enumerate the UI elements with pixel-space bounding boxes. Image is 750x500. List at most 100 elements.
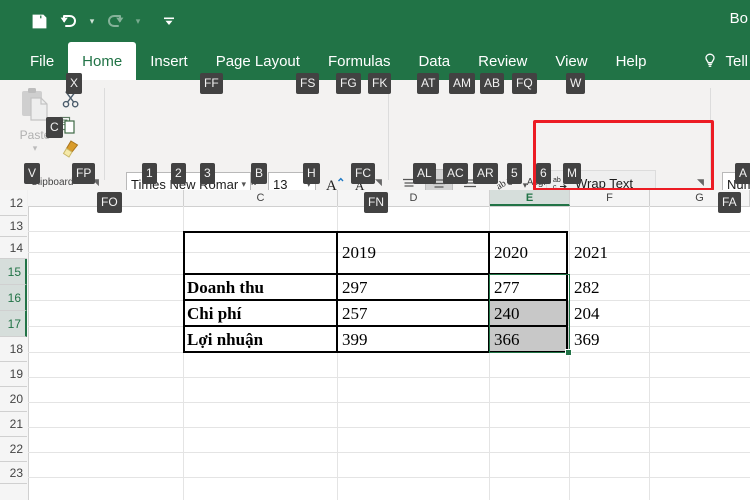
keytip-ac: AC [443,163,468,184]
column-header-d[interactable]: D [338,190,490,206]
row-header-22[interactable]: 22 [0,437,27,462]
selection-fill-handle[interactable] [565,349,572,356]
keytip-c: C [46,117,63,138]
keytip-x: X [66,73,83,94]
cell-D17-value[interactable]: 366 [491,327,567,352]
row-header-21[interactable]: 21 [0,412,27,437]
tell-me-box[interactable]: Tell [701,42,750,80]
lightbulb-icon [701,52,719,70]
customize-qat-icon[interactable] [154,8,184,34]
row-header-19[interactable]: 19 [0,362,27,387]
cell-C15-value[interactable]: 297 [339,275,487,300]
save-icon[interactable] [24,8,54,34]
keytip-v: V [24,163,41,184]
keytip-b: B [251,163,268,184]
keytip-fs: FS [296,73,320,94]
spreadsheet-grid: B C D E F G 12 13 14 15 16 17 18 19 20 2… [0,190,750,500]
keytip-6: 6 [536,163,551,184]
paste-caret-icon[interactable]: ▾ [33,143,38,154]
cell-B17-label-loi-nhuan[interactable]: Lợi nhuận [184,327,336,352]
font-name-caret-icon[interactable]: ▾ [241,179,246,190]
keytip-2: 2 [171,163,186,184]
keytip-h: H [303,163,320,184]
alignment-dialog-launcher[interactable]: ◥ [697,177,707,187]
cells-area[interactable]: 2019 2020 2021 Doanh thu 297 277 282 Chi… [28,206,750,500]
gridline-h-22 [28,477,750,478]
table-border-col-c [336,231,338,353]
keytip-ar: AR [473,163,498,184]
keytip-1: 1 [142,163,157,184]
cell-E13-year-2021[interactable]: 2021 [571,232,647,274]
keytip-fg: FG [336,73,361,94]
keytip-3: 3 [200,163,215,184]
column-header-e[interactable]: E [490,190,570,206]
table-border-left [183,231,185,353]
redo-dropdown-caret-icon[interactable]: ▾ [130,8,146,34]
cell-E16-value[interactable]: 204 [571,301,647,326]
cell-C13-year-2019[interactable]: 2019 [339,232,487,274]
keytip-am: AM [449,73,475,94]
excel-window: ▾ ▾ Bo File Home Insert Page Layout Form… [0,0,750,500]
tell-me-label: Tell [725,52,748,70]
undo-dropdown-caret-icon[interactable]: ▾ [84,8,100,34]
gridline-h-20 [28,427,750,428]
cell-B16-label-chi-phi[interactable]: Chi phí [184,301,336,326]
paintbrush-icon [62,140,79,158]
svg-text:ab: ab [553,177,561,184]
cell-D15-value[interactable]: 277 [491,275,567,300]
column-header-c[interactable]: C [184,190,338,206]
tab-help[interactable]: Help [602,42,661,80]
cell-D16-value[interactable]: 240 [491,301,567,326]
keytip-fc: FC [351,163,375,184]
keytip-fa: FA [718,192,741,213]
cell-C16-value[interactable]: 257 [339,301,487,326]
row-header-20[interactable]: 20 [0,387,27,412]
document-title: Bo [729,10,748,27]
keytip-at: AT [417,73,440,94]
cell-C13-header-blank[interactable] [184,232,336,274]
cell-E15-value[interactable]: 282 [571,275,647,300]
keytip-fq: FQ [512,73,537,94]
tab-file[interactable]: File [16,42,68,80]
keytip-ab: AB [480,73,505,94]
keytip-fp: FP [72,163,96,184]
wrap-text-label: Wrap Text [575,175,634,191]
title-bar: ▾ ▾ Bo [0,0,750,42]
ribbon: Paste ▾ Clipboard ◥ ◥ Times New Romar ▾ … [0,80,750,231]
keytip-fk: FK [368,73,392,94]
cell-E17-value[interactable]: 369 [571,327,647,352]
row-header-16[interactable]: 16 [0,285,27,311]
keytip-m: M [563,163,581,184]
column-header-f[interactable]: F [570,190,650,206]
tab-insert[interactable]: Insert [136,42,202,80]
table-border-row15 [183,299,568,301]
row-header-23[interactable]: 23 [0,462,27,484]
table-border-bottom [183,351,568,353]
table-border-top [183,231,568,233]
keytip-fn: FN [364,192,388,213]
row-header-13[interactable]: 13 [0,216,27,237]
gridline-v-g [649,206,650,500]
table-border-col-d [488,231,490,353]
keytip-w: W [566,73,586,94]
keytip-ff: FF [200,73,223,94]
cell-B15-label-doanh-thu[interactable]: Doanh thu [184,275,336,300]
format-painter-button[interactable] [58,138,80,160]
keytip-5: 5 [507,163,522,184]
row-header-15[interactable]: 15 [0,259,27,285]
cell-D13-year-2020[interactable]: 2020 [491,232,567,274]
gridline-h-18 [28,377,750,378]
undo-icon[interactable] [54,8,84,34]
quick-access-toolbar: ▾ ▾ [24,8,184,34]
row-header-18[interactable]: 18 [0,337,27,362]
row-header-12[interactable]: 12 [0,190,27,216]
row-header-14[interactable]: 14 [0,237,27,259]
cell-C17-value[interactable]: 399 [339,327,487,352]
keytip-al: AL [413,163,436,184]
keytip-fo: FO [97,192,122,213]
redo-icon[interactable] [100,8,130,34]
table-border-row16 [183,325,568,327]
gridline-h-19 [28,402,750,403]
row-header-17[interactable]: 17 [0,311,27,337]
font-dialog-launcher[interactable]: ◥ [375,177,385,187]
